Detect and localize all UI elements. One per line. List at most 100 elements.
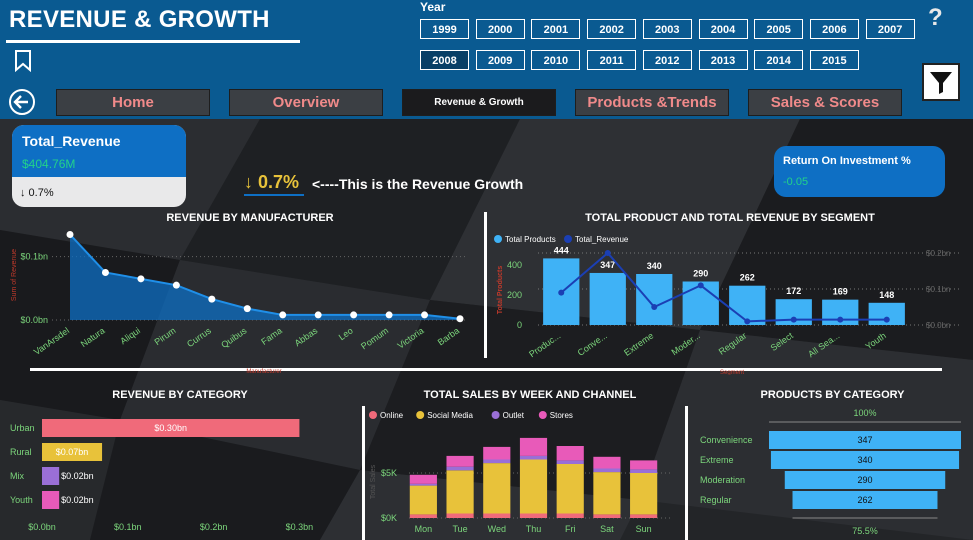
segment-xtick-label: Youth	[864, 330, 888, 351]
segment-ytick-label: 200	[507, 290, 522, 300]
week-legend-label: Social Media	[427, 411, 473, 420]
tab-home[interactable]: Home	[56, 89, 210, 116]
year-button-1999[interactable]: 1999	[420, 19, 469, 39]
manufacturer-xtick-label: Pirum	[153, 325, 178, 347]
manufacturer-xtick-label: VanArsdel	[32, 325, 71, 357]
roi-card: Return On Investment % -0.05	[774, 146, 945, 197]
segment-revenue-point	[744, 318, 751, 325]
help-icon[interactable]: ?	[928, 4, 943, 32]
roi-label: Return On Investment %	[783, 155, 911, 167]
manufacturer-xtick-label: Natura	[79, 325, 107, 349]
week-xtick-label: Tue	[452, 524, 467, 534]
week-legend-label: Outlet	[503, 411, 525, 420]
week-bar-segment	[630, 473, 658, 515]
week-bar-segment	[483, 513, 511, 518]
manufacturer-point	[208, 295, 216, 303]
segment-bar-value-label: 347	[600, 260, 615, 270]
manufacturer-yaxis-label: Sum of Revenue	[11, 249, 18, 301]
year-button-2001[interactable]: 2001	[531, 19, 581, 39]
tab-products-trends[interactable]: Products &Trends	[575, 89, 729, 116]
week-bar-segment	[409, 483, 437, 486]
tab-overview[interactable]: Overview	[229, 89, 383, 116]
title-underline	[6, 40, 300, 43]
manufacturer-point	[137, 275, 145, 283]
year-button-2002[interactable]: 2002	[587, 19, 637, 39]
category-xtick-label: $0.0bn	[28, 522, 56, 532]
category-bar	[42, 467, 60, 485]
year-button-2013[interactable]: 2013	[698, 50, 748, 70]
year-button-2008[interactable]: 2008	[420, 50, 469, 70]
manufacturer-xtick-label: Quibus	[219, 325, 249, 350]
year-button-2007[interactable]: 2007	[865, 19, 915, 39]
legend-marker-total-revenue	[564, 235, 572, 243]
roi-value: -0.05	[783, 176, 809, 188]
header-bar: REVENUE & GROWTH Year 1999 2000 2001 2002 20…	[0, 0, 973, 119]
week-bar-segment	[593, 468, 621, 473]
year-button-2006[interactable]: 2006	[809, 19, 859, 39]
manufacturer-point	[314, 311, 322, 319]
manufacturer-ytick-label: $0.1bn	[20, 252, 48, 262]
year-button-2004[interactable]: 2004	[698, 19, 748, 39]
week-bar-segment	[556, 446, 584, 461]
back-arrow-icon[interactable]	[8, 88, 36, 116]
filter-button[interactable]	[922, 63, 960, 101]
manufacturer-point	[172, 281, 180, 289]
segment-bar-value-label: 290	[693, 269, 708, 279]
tab-sales-scores[interactable]: Sales & Scores	[748, 89, 902, 116]
segment-ytick-label: 400	[507, 260, 522, 270]
manufacturer-xtick-label: Barba	[436, 325, 461, 347]
week-bar-segment	[630, 469, 658, 473]
total-revenue-change: ↓ 0.7%	[20, 187, 54, 199]
year-button-2010[interactable]: 2010	[531, 50, 581, 70]
week-legend-label: Online	[380, 411, 404, 420]
week-bar-segment	[519, 437, 548, 456]
category-bar-value-label: $0.02bn	[61, 495, 94, 505]
bookmark-icon[interactable]	[14, 50, 32, 72]
week-legend-marker	[369, 411, 377, 419]
legend-label-total-revenue: Total_Revenue	[575, 235, 629, 244]
funnel-category-label: Regular	[700, 495, 732, 505]
product-revenue-by-segment-chart: Total Products Total_Revenue 0 200 400 $0.2bn…	[494, 235, 960, 375]
category-label: Urban	[10, 423, 35, 433]
week-bar-segment	[593, 514, 621, 518]
revenue-by-category-chart: Urban $0.30bn Rural $0.07bn Mix $0.02bn Youth $…	[10, 419, 313, 532]
week-bar-segment	[483, 459, 511, 464]
category-bar-value-label: $0.02bn	[61, 471, 94, 481]
manufacturer-point	[421, 311, 429, 319]
segment-revenue-point	[883, 316, 890, 323]
tab-revenue-growth[interactable]: Revenue & Growth	[402, 89, 556, 116]
week-ytick-label: $5K	[381, 468, 397, 478]
segment-xtick-label: Extreme	[622, 330, 655, 357]
year-button-2015[interactable]: 2015	[809, 50, 859, 70]
week-bar-segment	[519, 455, 548, 460]
segment-xtick-label: Regular	[717, 330, 749, 356]
segment-revenue-point	[651, 304, 658, 310]
year-button-2011[interactable]: 2011	[587, 50, 637, 70]
week-bar-segment	[630, 514, 658, 518]
manufacturer-point	[279, 311, 287, 319]
year-button-2012[interactable]: 2012	[642, 50, 692, 70]
manufacturer-xtick-label: Victoria	[395, 325, 425, 350]
segment-revenue-point	[837, 316, 844, 323]
year-button-2003[interactable]: 2003	[642, 19, 692, 39]
funnel-category-label: Extreme	[700, 455, 734, 465]
category-bar	[42, 491, 60, 509]
funnel-bar-value-label: 347	[857, 435, 872, 445]
category-xtick-label: $0.2bn	[200, 522, 228, 532]
category-label: Youth	[10, 495, 33, 505]
filter-icon	[930, 72, 952, 94]
funnel-top-label: 100%	[853, 408, 876, 418]
products-by-category-title: PRODUCTS BY CATEGORY	[760, 389, 905, 401]
year-button-2014[interactable]: 2014	[754, 50, 804, 70]
year-button-2009[interactable]: 2009	[475, 50, 525, 70]
year-button-2000[interactable]: 2000	[475, 19, 525, 39]
segment-right-tick-label: $0.2bn	[926, 249, 950, 258]
segment-xtick-label: Moder...	[670, 330, 702, 357]
manufacturer-point	[101, 269, 109, 276]
year-button-2005[interactable]: 2005	[754, 19, 804, 39]
manufacturer-xtick-label: Currus	[185, 325, 213, 349]
product-revenue-by-segment-title: TOTAL PRODUCT AND TOTAL REVENUE BY SEGME…	[585, 212, 875, 224]
category-bar-value-label: $0.07bn	[56, 447, 89, 457]
sales-by-week-title: TOTAL SALES BY WEEK AND CHANNEL	[423, 389, 637, 401]
week-bar-segment	[593, 456, 621, 469]
